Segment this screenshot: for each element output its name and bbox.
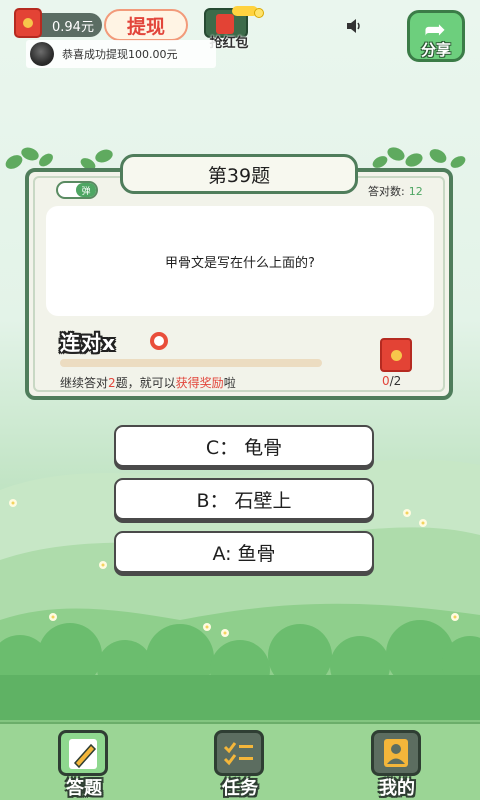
popup-toggle[interactable]: 弹 bbox=[56, 181, 98, 199]
speaker-icon[interactable] bbox=[346, 18, 364, 34]
nav-answer-label: 答题 bbox=[66, 778, 102, 799]
red-envelope-icon bbox=[14, 8, 42, 38]
question-text: 甲骨文是写在什么上面的? bbox=[46, 206, 434, 316]
share-label: 分享 bbox=[420, 41, 451, 59]
withdraw-button[interactable]: 提现 bbox=[104, 9, 188, 41]
combo-label: 连对x bbox=[60, 331, 116, 355]
pencil-notebook-icon bbox=[58, 730, 108, 776]
flower-decoration bbox=[203, 623, 211, 631]
checklist-icon bbox=[214, 730, 264, 776]
nav-mine[interactable]: 我的 bbox=[357, 730, 437, 800]
avatar bbox=[30, 42, 54, 66]
nav-tasks-label: 任务 bbox=[222, 778, 258, 799]
grab-red-envelope-button[interactable]: 抢红包 bbox=[202, 6, 264, 51]
hint-suffix: 啦 bbox=[223, 376, 236, 390]
bottom-navigation: 答题 任务 我的 bbox=[0, 722, 480, 800]
reward-progress-text: 0/2 bbox=[382, 374, 401, 388]
reward-red-envelope-icon[interactable] bbox=[380, 338, 412, 372]
nav-tasks[interactable]: 任务 bbox=[200, 730, 280, 800]
top-bar: 0.94元 提现 抢红包 ➦ 分享 恭喜成功提现100.00元 bbox=[0, 0, 480, 72]
user-profile-icon bbox=[371, 730, 421, 776]
reward-total: /2 bbox=[389, 374, 402, 388]
flower-decoration bbox=[451, 613, 459, 621]
flower-decoration bbox=[403, 509, 411, 517]
flower-decoration bbox=[221, 629, 229, 637]
answer-option-b[interactable]: B： 石壁上 bbox=[114, 478, 374, 520]
reward-current: 0 bbox=[382, 374, 390, 388]
flower-decoration bbox=[419, 519, 427, 527]
toast-message: 恭喜成功提现100.00元 bbox=[62, 48, 178, 61]
flower-decoration bbox=[99, 561, 107, 569]
hint-middle: 题，就可以 bbox=[115, 376, 176, 390]
correct-count-value: 12 bbox=[408, 185, 423, 198]
correct-count: 答对数: 12 bbox=[368, 183, 423, 199]
hint-reward: 获得奖励 bbox=[175, 376, 224, 390]
share-button[interactable]: ➦ 分享 bbox=[407, 10, 465, 62]
nav-mine-label: 我的 bbox=[379, 778, 415, 799]
flower-decoration bbox=[49, 613, 57, 621]
answer-option-c[interactable]: C： 龟骨 bbox=[114, 425, 374, 467]
reward-progress-bar bbox=[60, 359, 322, 367]
coin-icon bbox=[254, 8, 264, 18]
toggle-knob: 弹 bbox=[76, 183, 96, 197]
nav-answer[interactable]: 答题 bbox=[44, 730, 124, 800]
red-envelope-icon bbox=[216, 14, 234, 34]
question-number: 第39题 bbox=[120, 154, 358, 194]
balance-value: 0.94元 bbox=[52, 19, 94, 35]
hint-prefix: 继续答对 bbox=[60, 376, 109, 390]
hint-count: 2 bbox=[108, 376, 116, 390]
reward-hint: 继续答对2题，就可以获得奖励啦 bbox=[60, 374, 236, 391]
answer-option-a[interactable]: A: 鱼骨 bbox=[114, 531, 374, 573]
flower-decoration bbox=[9, 499, 17, 507]
correct-count-label: 答对数: bbox=[368, 185, 405, 198]
withdraw-toast: 恭喜成功提现100.00元 bbox=[26, 40, 216, 68]
combo-count: 0 bbox=[150, 332, 168, 350]
